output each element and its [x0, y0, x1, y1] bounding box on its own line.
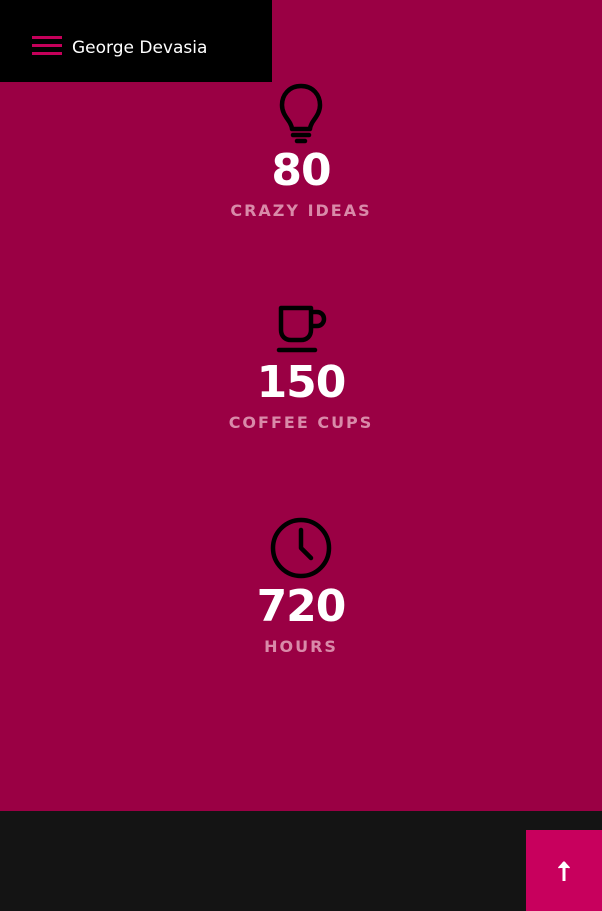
hamburger-menu-icon[interactable]	[32, 35, 62, 61]
site-header: George Devasia	[0, 0, 272, 82]
stat-crazy-ideas: 80 CRAZY IDEAS	[0, 82, 602, 222]
stat-label: COFFEE CUPS	[228, 413, 374, 432]
site-title-link[interactable]: George Devasia	[72, 37, 207, 59]
clock-icon	[270, 517, 332, 579]
stat-hours: 720 HOURS	[0, 516, 602, 658]
stat-value: 720	[256, 581, 347, 632]
stat-value: 150	[256, 357, 347, 408]
stats-section: 80 CRAZY IDEAS 150 COFFEE CUPS 720 HOURS	[0, 0, 602, 811]
stat-coffee-cups: 150 COFFEE CUPS	[0, 300, 602, 434]
stat-value: 80	[271, 145, 331, 196]
arrow-up-icon	[557, 860, 571, 881]
lightbulb-icon	[279, 83, 323, 144]
stat-label: CRAZY IDEAS	[230, 201, 372, 220]
page: 80 CRAZY IDEAS 150 COFFEE CUPS 720 HOURS	[0, 0, 602, 911]
coffee-cup-icon	[276, 305, 327, 353]
back-to-top-button[interactable]	[526, 830, 602, 911]
stat-label: HOURS	[264, 637, 338, 656]
